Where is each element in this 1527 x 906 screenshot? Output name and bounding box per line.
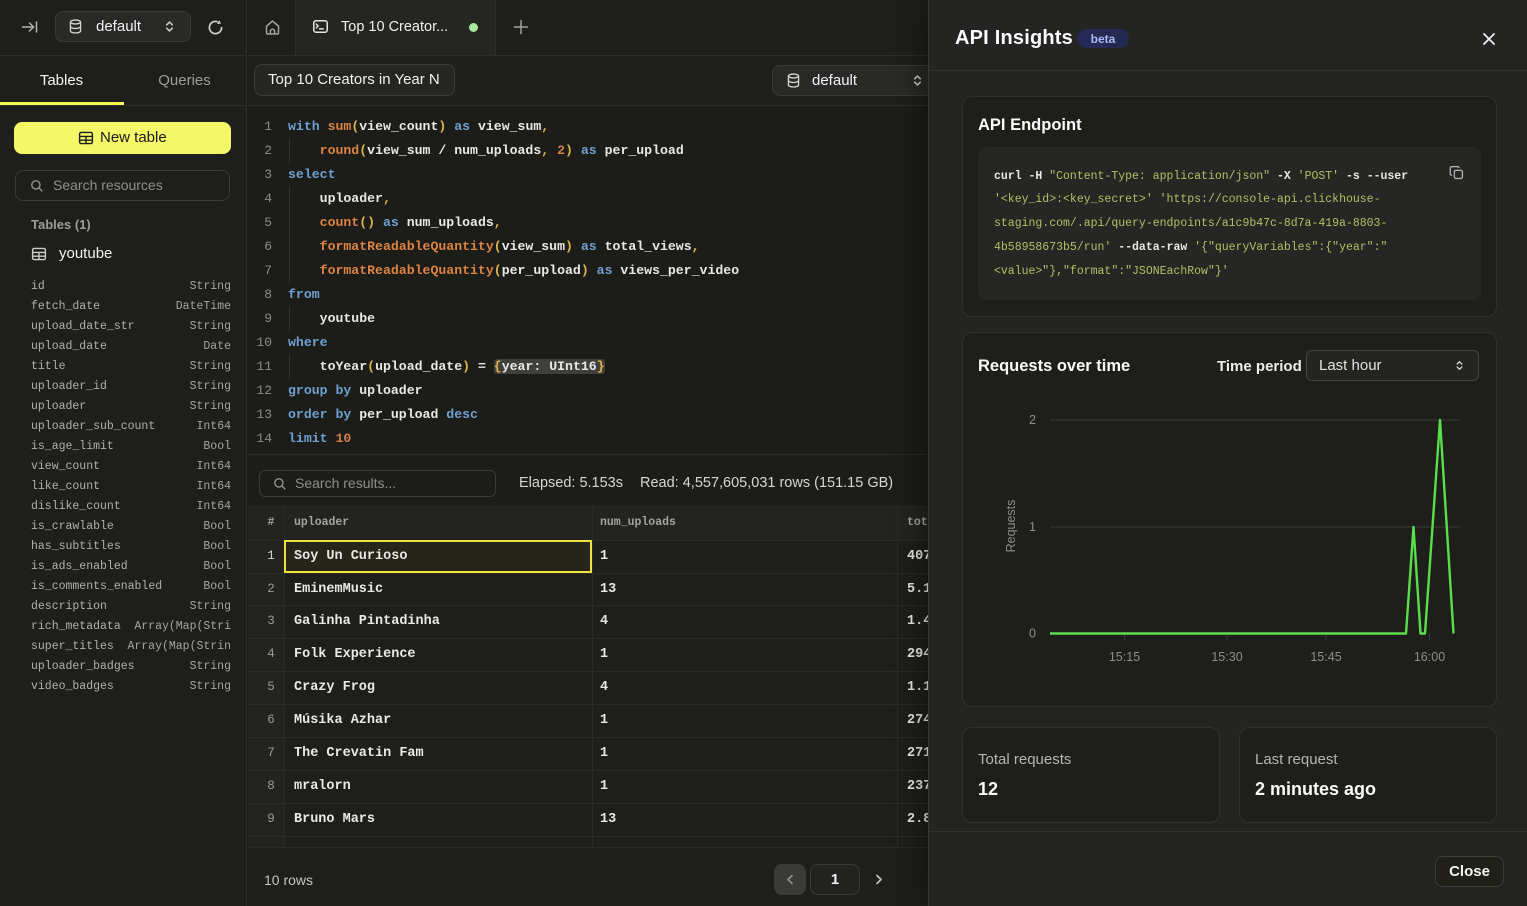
svg-text:15:45: 15:45 — [1310, 650, 1341, 664]
svg-text:Requests: Requests — [1004, 500, 1018, 553]
svg-text:15:30: 15:30 — [1211, 650, 1242, 664]
svg-text:1: 1 — [1029, 520, 1036, 534]
svg-text:16:00: 16:00 — [1414, 650, 1445, 664]
svg-text:2: 2 — [1029, 413, 1036, 427]
svg-text:0: 0 — [1029, 627, 1036, 641]
svg-text:15:15: 15:15 — [1109, 650, 1140, 664]
